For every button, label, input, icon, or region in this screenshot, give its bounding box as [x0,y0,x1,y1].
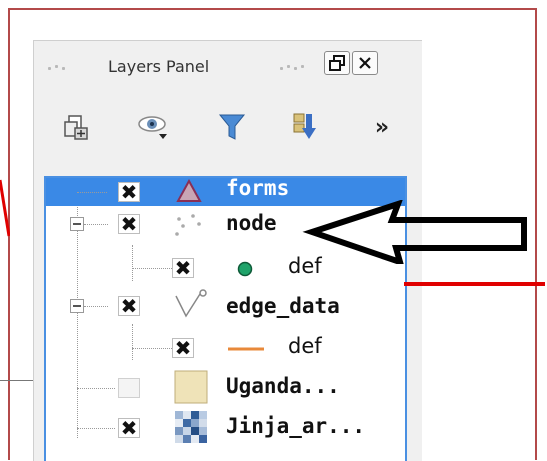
grip-left-icon [46,63,74,73]
layer-name: Uganda... [226,374,340,398]
green-circle-icon [237,261,253,277]
collapse-toggle[interactable] [70,217,84,231]
line-icon [175,289,207,318]
red-annotation-line [404,282,545,286]
filter-button[interactable] [212,109,252,145]
left-divider [0,380,33,381]
close-icon [359,57,371,69]
layer-checkbox[interactable]: ✖ [118,296,140,316]
layer-row-edge-data[interactable]: ✖ edge_data [46,286,405,326]
orange-line-icon [228,347,264,351]
collapse-toggle[interactable] [70,299,84,313]
left-red-annotation [0,179,10,237]
panel-title: Layers Panel [108,57,210,76]
layer-name: Jinja_ar... [226,414,366,438]
raster-tan-icon [174,370,208,404]
layer-row-uganda[interactable]: Uganda... [46,366,405,406]
add-group-icon [64,115,88,140]
expand-all-icon [293,113,316,139]
layer-name: def [288,334,322,358]
layer-row-jinja[interactable]: ✖ Jinja_ar... [46,406,405,446]
layer-name: forms [226,176,290,200]
panel-toolbar: » [34,101,422,161]
layer-checkbox[interactable]: ✖ [172,258,194,278]
expand-all-button[interactable] [286,109,326,145]
panel-titlebar[interactable]: Layers Panel [34,41,422,91]
layer-name: edge_data [226,294,340,318]
float-icon [329,55,345,71]
visibility-icon [138,116,167,139]
float-button[interactable] [324,51,350,75]
layer-checkbox[interactable]: ✖ [118,182,140,202]
layer-checkbox[interactable]: ✖ [118,214,140,234]
layer-checkbox[interactable] [118,378,140,398]
overflow-icon: » [374,114,390,140]
raster-blue-icon [175,411,207,443]
polygon-icon [176,179,202,202]
layer-checkbox[interactable]: ✖ [172,338,194,358]
layer-checkbox[interactable]: ✖ [118,418,140,438]
points-icon [175,214,201,236]
overflow-button[interactable]: » [362,109,402,145]
grip-right-icon [278,63,306,73]
add-group-button[interactable] [56,109,96,145]
close-button[interactable] [352,51,378,75]
visibility-button[interactable] [134,109,174,145]
layer-row-def[interactable]: ✖ def [46,326,405,366]
filter-icon [218,114,246,140]
layer-name: node [226,211,277,235]
annotation-arrow [302,200,527,264]
